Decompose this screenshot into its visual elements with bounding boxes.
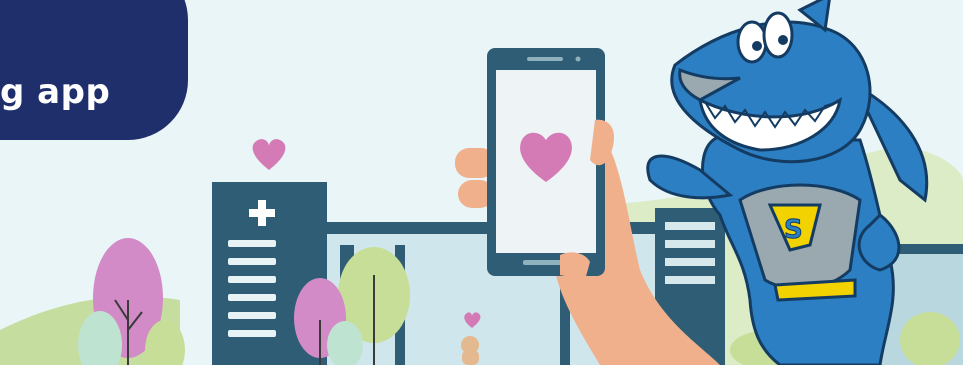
heart-icon — [252, 139, 286, 170]
shark-eye — [736, 20, 768, 64]
banner-title: g app — [0, 72, 111, 112]
hero-banner: S g app — [0, 0, 963, 365]
shark-eye — [762, 11, 794, 59]
svg-text:S: S — [784, 215, 803, 245]
title-badge — [0, 0, 188, 140]
